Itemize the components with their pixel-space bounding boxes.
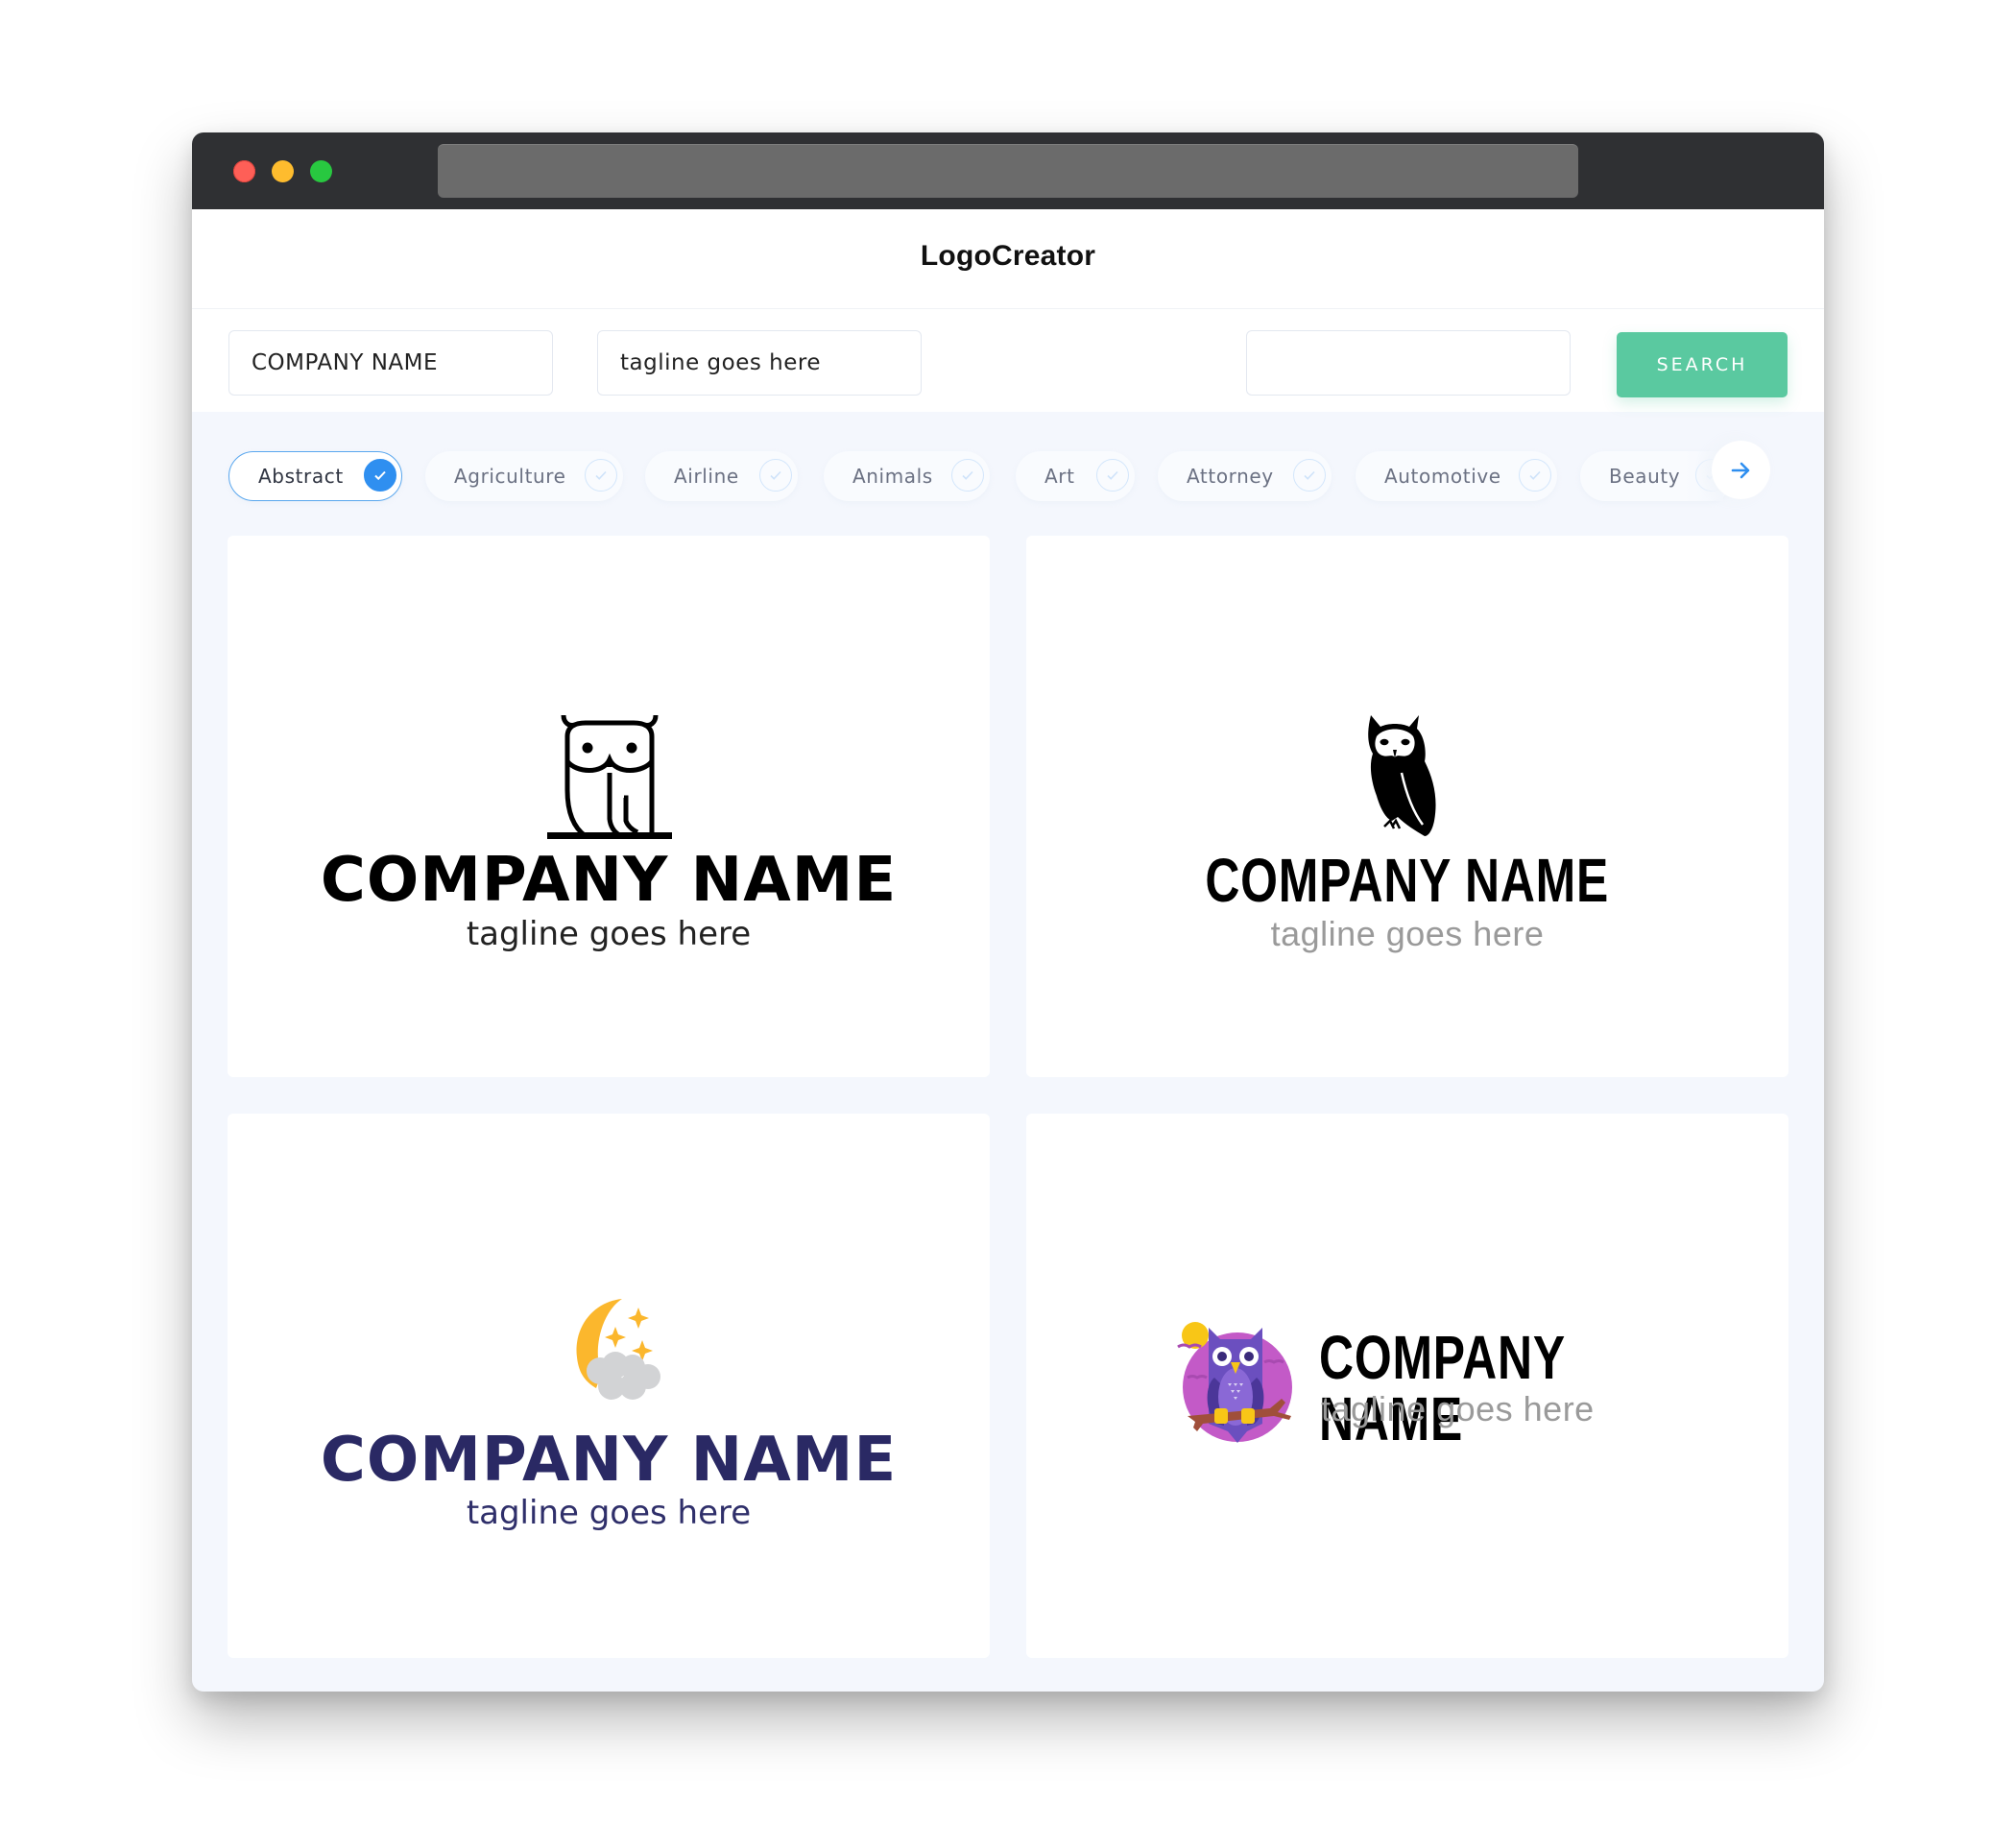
- category-label: Automotive: [1384, 465, 1501, 488]
- logo-card[interactable]: COMPANY NAME tagline goes here: [228, 1114, 990, 1658]
- checkmark-icon: [759, 459, 792, 492]
- category-label: Art: [1044, 465, 1075, 488]
- moon-cloud-stars-icon: [576, 1299, 660, 1400]
- close-window-button[interactable]: [233, 160, 255, 182]
- logo-card[interactable]: COMPANY NAME tagline goes here: [228, 536, 990, 1077]
- logo-card[interactable]: COMPANY NAME tagline goes here: [1026, 1114, 1788, 1658]
- category-chip-art[interactable]: Art: [1016, 451, 1135, 501]
- category-label: Abstract: [258, 465, 344, 488]
- search-button[interactable]: SEARCH: [1617, 332, 1788, 397]
- next-categories-button[interactable]: [1712, 441, 1770, 499]
- checkmark-icon: [364, 459, 396, 492]
- tagline-text: tagline goes here: [1270, 914, 1545, 953]
- maximize-window-button[interactable]: [310, 160, 332, 182]
- search-form: SEARCH: [192, 309, 1824, 412]
- checkmark-icon: [585, 459, 617, 492]
- checkmark-icon: [1293, 459, 1326, 492]
- owl-outline-icon: [547, 714, 672, 839]
- minimize-window-button[interactable]: [272, 160, 294, 182]
- category-label: Airline: [674, 465, 739, 488]
- site-header: LogoCreator: [192, 209, 1824, 309]
- category-chip-attorney[interactable]: Attorney: [1158, 451, 1332, 501]
- company-name-wrapper: COMPANY NAME: [1026, 850, 1788, 911]
- company-name-text: COMPANY NAME: [1205, 846, 1610, 915]
- category-chip-airline[interactable]: Airline: [645, 451, 798, 501]
- category-label: Attorney: [1187, 465, 1274, 488]
- company-name-input[interactable]: [228, 330, 553, 396]
- company-name-text: COMPANY NAME: [320, 1425, 898, 1496]
- brand-logo[interactable]: LogoCreator: [192, 240, 1824, 273]
- company-name-text: COMPANY NAME: [320, 845, 898, 916]
- checkmark-icon: [1096, 459, 1129, 492]
- checkmark-icon: [1519, 459, 1551, 492]
- address-bar[interactable]: [438, 144, 1578, 198]
- tagline-text: tagline goes here: [1321, 1389, 1595, 1428]
- logo-card[interactable]: COMPANY NAME tagline goes here: [1026, 536, 1788, 1077]
- keyword-search-input[interactable]: [1246, 330, 1571, 396]
- tagline-text: tagline goes here: [466, 1494, 752, 1532]
- category-filter-bar: Abstract Agriculture Airline Animals Art…: [192, 437, 1824, 523]
- purple-owl-badge-icon: [1177, 1322, 1292, 1443]
- category-label: Beauty: [1609, 465, 1681, 488]
- category-chip-automotive[interactable]: Automotive: [1356, 451, 1557, 501]
- browser-window: LogoCreator SEARCH Abstract Agriculture …: [192, 132, 1824, 1692]
- checkmark-icon: [951, 459, 984, 492]
- category-chip-abstract[interactable]: Abstract: [228, 451, 402, 501]
- company-name-wrapper: COMPANY NAME: [1319, 1327, 1788, 1450]
- category-chip-agriculture[interactable]: Agriculture: [425, 451, 623, 501]
- owl-silhouette-icon: [1368, 715, 1436, 836]
- category-label: Agriculture: [454, 465, 566, 488]
- tagline-input[interactable]: [597, 330, 922, 396]
- category-chip-animals[interactable]: Animals: [824, 451, 990, 501]
- title-bar: [192, 132, 1824, 209]
- tagline-text: tagline goes here: [466, 915, 752, 953]
- company-name-text: COMPANY NAME: [1319, 1323, 1566, 1453]
- arrow-right-icon: [1731, 462, 1749, 478]
- category-label: Animals: [852, 465, 933, 488]
